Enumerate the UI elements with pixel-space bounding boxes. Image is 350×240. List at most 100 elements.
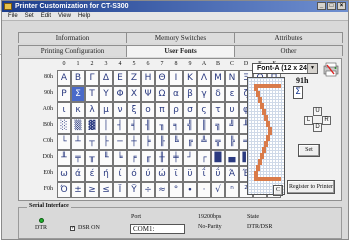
char-cell[interactable]: ξ	[127, 102, 141, 118]
char-cell[interactable]: Μ	[211, 70, 225, 86]
nav-right-button[interactable]: R	[322, 116, 331, 125]
tab-other[interactable]: Other	[234, 45, 343, 56]
char-cell[interactable]: ╪	[169, 150, 183, 166]
char-cell[interactable]: σ	[183, 102, 197, 118]
char-cell[interactable]: ╞	[141, 134, 155, 150]
char-cell[interactable]: ί	[113, 166, 127, 182]
char-cell[interactable]: │	[99, 118, 113, 134]
char-cell[interactable]: ╖	[155, 118, 169, 134]
tab-user-fonts[interactable]: User Fonts	[126, 45, 235, 57]
char-cell[interactable]: Τ	[85, 86, 99, 102]
register-to-printer-button[interactable]: Register to Printer	[287, 180, 335, 194]
char-cell[interactable]: ▄	[225, 150, 239, 166]
char-cell[interactable]: Χ	[127, 86, 141, 102]
char-cell[interactable]: ┴	[71, 134, 85, 150]
char-cell[interactable]: α	[169, 86, 183, 102]
char-cell[interactable]: ύ	[141, 166, 155, 182]
set-button[interactable]: Set	[298, 144, 320, 157]
char-cell[interactable]: ░	[57, 118, 71, 134]
nav-down-button[interactable]: D	[313, 123, 322, 132]
char-cell[interactable]: └	[57, 134, 71, 150]
char-cell[interactable]: ┘	[183, 150, 197, 166]
char-cell[interactable]: Θ	[155, 70, 169, 86]
char-cell[interactable]: π	[155, 102, 169, 118]
char-cell[interactable]: β	[183, 86, 197, 102]
char-cell[interactable]: Ω	[155, 86, 169, 102]
char-cell[interactable]: ┬	[85, 134, 99, 150]
char-cell[interactable]: ╣	[183, 118, 197, 134]
char-cell[interactable]: κ	[71, 102, 85, 118]
char-cell[interactable]: ά	[71, 166, 85, 182]
char-cell[interactable]: ╫	[155, 150, 169, 166]
tab-printing-configuration[interactable]: Printing Configuration	[18, 45, 127, 56]
minimize-icon[interactable]: _	[317, 2, 326, 10]
char-cell[interactable]: τ	[211, 102, 225, 118]
char-cell[interactable]: ╨	[57, 150, 71, 166]
char-cell[interactable]: √	[211, 182, 225, 198]
char-cell[interactable]: °	[169, 182, 183, 198]
char-cell[interactable]: μ	[99, 102, 113, 118]
printer-help-icon[interactable]	[323, 61, 339, 77]
char-cell[interactable]: Κ	[183, 70, 197, 86]
char-cell[interactable]: ┌	[197, 150, 211, 166]
port-field[interactable]: COM1:	[130, 224, 185, 234]
char-cell[interactable]: ╒	[127, 150, 141, 166]
char-cell[interactable]: Ε	[113, 70, 127, 86]
char-cell[interactable]: ΰ	[211, 166, 225, 182]
char-cell[interactable]: Η	[141, 70, 155, 86]
char-cell[interactable]: ≈	[155, 182, 169, 198]
dsr-checkbox[interactable]: ✓	[70, 226, 75, 231]
char-cell[interactable]: ς	[197, 102, 211, 118]
char-cell[interactable]: ╕	[169, 118, 183, 134]
char-cell[interactable]: ├	[99, 134, 113, 150]
char-cell[interactable]: Σ	[71, 86, 85, 102]
char-cell[interactable]: λ	[85, 102, 99, 118]
char-cell[interactable]: ÷	[141, 182, 155, 198]
char-cell[interactable]: ║	[197, 118, 211, 134]
char-cell[interactable]: ╠	[225, 134, 239, 150]
char-cell[interactable]: ΐ	[197, 166, 211, 182]
char-cell[interactable]: ν	[113, 102, 127, 118]
char-cell[interactable]: Ι	[169, 70, 183, 86]
char-cell[interactable]: ≥	[85, 182, 99, 198]
char-cell[interactable]: ╤	[71, 150, 85, 166]
clear-button[interactable]: C	[273, 185, 283, 196]
menu-set[interactable]: Set	[25, 12, 34, 20]
char-cell[interactable]: ┼	[127, 134, 141, 150]
char-cell[interactable]: ό	[127, 166, 141, 182]
char-cell[interactable]: Ρ	[57, 86, 71, 102]
char-cell[interactable]: █	[211, 150, 225, 166]
char-cell[interactable]: Γ	[85, 70, 99, 86]
menu-help[interactable]: Help	[78, 12, 90, 20]
char-cell[interactable]: υ	[225, 102, 239, 118]
char-cell[interactable]: ρ	[169, 102, 183, 118]
glyph-editor[interactable]	[247, 77, 285, 195]
char-cell[interactable]: γ	[197, 86, 211, 102]
char-cell[interactable]: Β	[71, 70, 85, 86]
char-cell[interactable]: Ν	[225, 70, 239, 86]
char-cell[interactable]: δ	[211, 86, 225, 102]
menu-edit[interactable]: Edit	[41, 12, 51, 20]
char-cell[interactable]: ∙	[183, 182, 197, 198]
char-cell[interactable]: ε	[225, 86, 239, 102]
char-cell[interactable]: Ό	[57, 182, 71, 198]
char-cell[interactable]: Ϋ	[127, 182, 141, 198]
char-cell[interactable]: Ζ	[127, 70, 141, 86]
char-cell[interactable]: ╗	[211, 118, 225, 134]
char-cell[interactable]: ╢	[141, 118, 155, 134]
menu-view[interactable]: View	[58, 12, 71, 20]
tab-memory-switches[interactable]: Memory Switches	[126, 32, 235, 43]
char-cell[interactable]: ╝	[225, 118, 239, 134]
char-cell[interactable]: έ	[85, 166, 99, 182]
char-cell[interactable]: ╘	[113, 150, 127, 166]
char-cell[interactable]: ╦	[211, 134, 225, 150]
char-cell[interactable]: ή	[99, 166, 113, 182]
char-cell[interactable]: Α	[57, 70, 71, 86]
char-cell[interactable]: ╟	[155, 134, 169, 150]
char-cell[interactable]: ▒	[71, 118, 85, 134]
char-cell[interactable]: ώ	[155, 166, 169, 182]
char-cell[interactable]: Λ	[197, 70, 211, 86]
char-cell[interactable]: ╡	[127, 118, 141, 134]
char-cell[interactable]: ╙	[99, 150, 113, 166]
char-cell[interactable]: Ϊ	[113, 182, 127, 198]
